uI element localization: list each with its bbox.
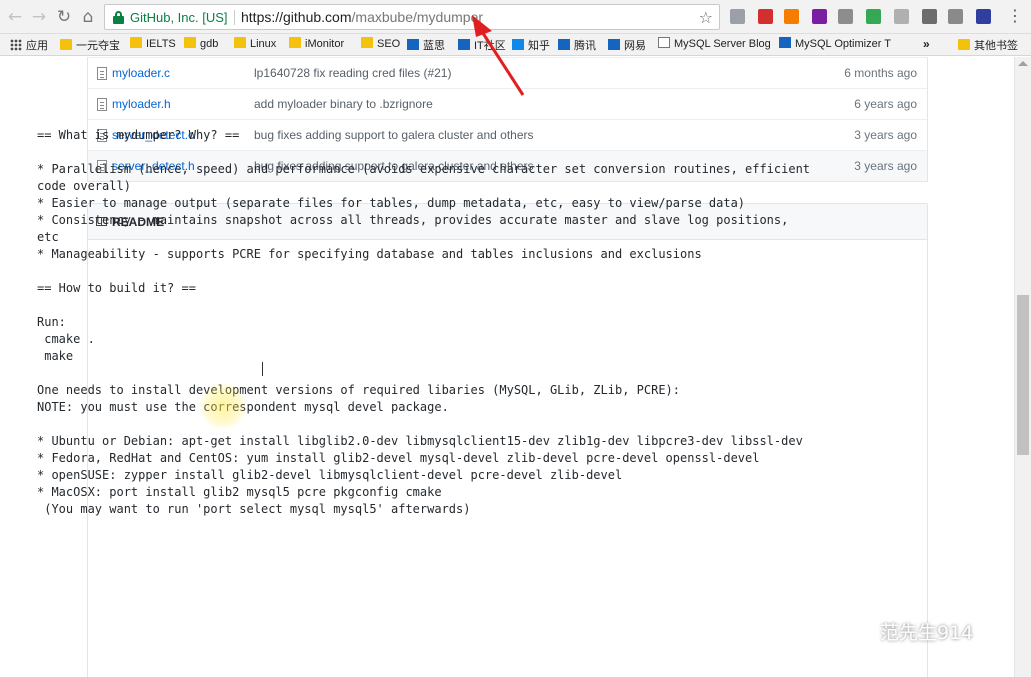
wechat-logo-icon <box>839 620 873 642</box>
watermark: 范先生914 <box>838 616 1008 646</box>
watermark-text: 范先生914 <box>880 622 974 644</box>
annotation-arrow <box>472 15 525 96</box>
